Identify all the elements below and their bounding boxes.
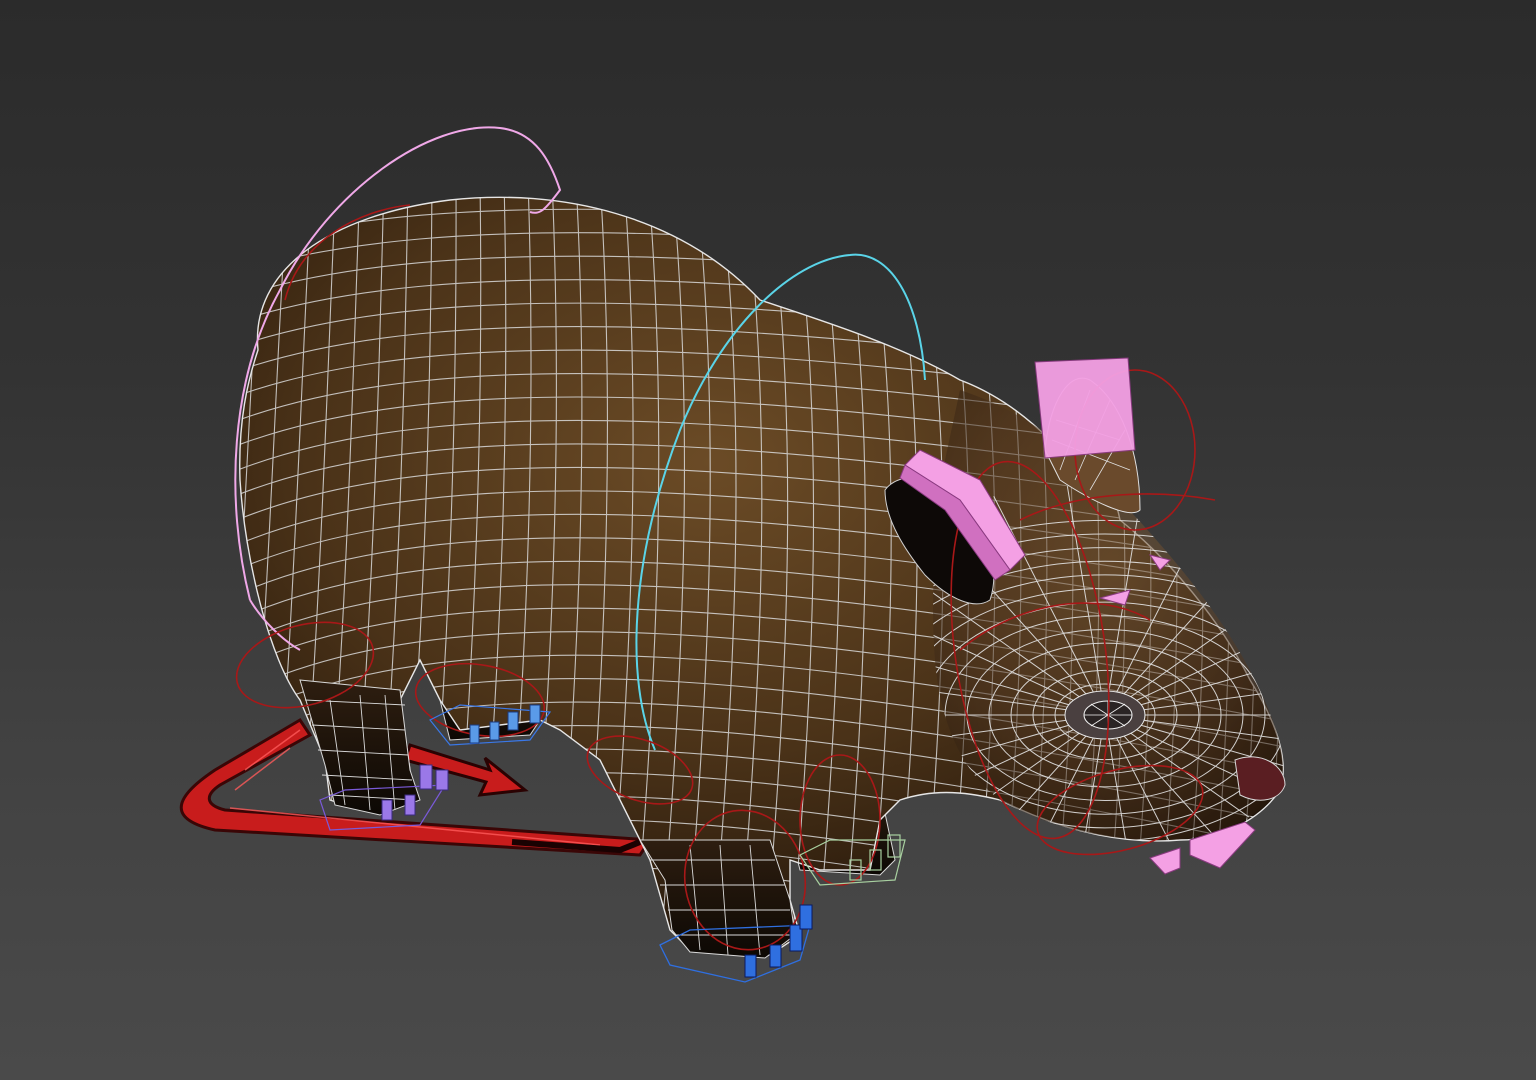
back-near-leg <box>299 679 421 816</box>
3d-viewport[interactable] <box>0 0 1536 1080</box>
viewport-scene[interactable] <box>0 0 1536 1080</box>
eye <box>1064 690 1146 740</box>
